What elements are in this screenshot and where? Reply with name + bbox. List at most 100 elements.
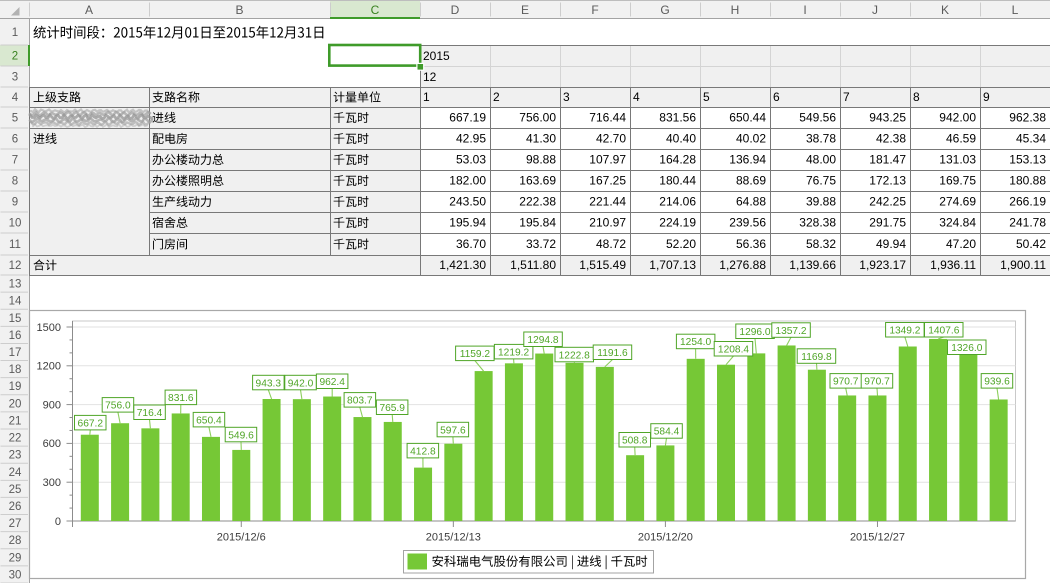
- svg-text:28: 28: [9, 535, 22, 547]
- svg-text:243.50: 243.50: [449, 195, 486, 209]
- svg-text:943.25: 943.25: [869, 111, 906, 125]
- svg-text:716.4: 716.4: [137, 408, 163, 419]
- svg-text:I: I: [803, 3, 806, 17]
- svg-text:1219.2: 1219.2: [498, 347, 529, 358]
- svg-text:107.97: 107.97: [589, 153, 626, 167]
- svg-text:40.40: 40.40: [666, 132, 696, 146]
- svg-text:1,923.17: 1,923.17: [859, 258, 906, 272]
- svg-text:8: 8: [12, 176, 18, 188]
- svg-text:2015/12/13: 2015/12/13: [426, 532, 481, 544]
- svg-text:195.94: 195.94: [449, 216, 486, 230]
- svg-text:20: 20: [9, 398, 22, 410]
- svg-text:4: 4: [633, 90, 640, 104]
- svg-text:13: 13: [9, 279, 22, 291]
- svg-text:56.36: 56.36: [736, 237, 766, 251]
- svg-text:47.20: 47.20: [946, 237, 976, 251]
- svg-text:549.56: 549.56: [799, 111, 836, 125]
- svg-text:274.69: 274.69: [939, 195, 976, 209]
- svg-text:3: 3: [563, 90, 570, 104]
- svg-text:12: 12: [9, 260, 22, 272]
- svg-text:756.0: 756.0: [105, 401, 131, 412]
- svg-text:900: 900: [43, 399, 61, 411]
- svg-text:667.2: 667.2: [78, 418, 104, 429]
- svg-text:3: 3: [12, 72, 18, 84]
- svg-text:A: A: [85, 3, 93, 17]
- svg-text:1,511.80: 1,511.80: [510, 258, 556, 272]
- svg-text:41.30: 41.30: [526, 132, 556, 146]
- svg-text:11: 11: [9, 239, 21, 251]
- svg-text:324.84: 324.84: [939, 216, 976, 230]
- svg-text:42.70: 42.70: [596, 132, 626, 146]
- svg-text:10: 10: [9, 218, 22, 230]
- svg-text:H: H: [731, 3, 740, 17]
- svg-text:600: 600: [43, 438, 61, 450]
- svg-text:40.02: 40.02: [736, 132, 766, 146]
- svg-text:1349.2: 1349.2: [889, 326, 920, 337]
- svg-text:9: 9: [983, 90, 990, 104]
- svg-text:266.19: 266.19: [1009, 195, 1046, 209]
- svg-text:22: 22: [9, 433, 22, 445]
- svg-text:970.7: 970.7: [864, 377, 890, 388]
- svg-text:167.25: 167.25: [589, 174, 626, 188]
- svg-text:8: 8: [913, 90, 920, 104]
- svg-text:21: 21: [9, 415, 22, 427]
- svg-text:164.28: 164.28: [659, 153, 696, 167]
- svg-text:291.75: 291.75: [869, 216, 906, 230]
- svg-text:1208.4: 1208.4: [718, 345, 749, 356]
- svg-text:650.44: 650.44: [729, 111, 766, 125]
- svg-text:667.19: 667.19: [449, 111, 486, 125]
- svg-text:D: D: [451, 3, 460, 17]
- svg-text:2015/12/20: 2015/12/20: [638, 532, 693, 544]
- svg-text:16: 16: [9, 330, 22, 342]
- svg-text:58.32: 58.32: [806, 237, 836, 251]
- svg-text:F: F: [591, 3, 598, 17]
- svg-text:939.6: 939.6: [984, 377, 1010, 388]
- svg-text:962.38: 962.38: [1009, 111, 1046, 125]
- svg-text:2: 2: [493, 90, 500, 104]
- svg-text:36.70: 36.70: [456, 237, 486, 251]
- svg-text:5: 5: [703, 90, 710, 104]
- svg-text:19: 19: [9, 381, 22, 393]
- svg-text:46.59: 46.59: [946, 132, 976, 146]
- svg-text:50.42: 50.42: [1016, 237, 1046, 251]
- svg-text:64.88: 64.88: [736, 195, 766, 209]
- svg-text:2: 2: [12, 51, 18, 63]
- svg-text:1,276.88: 1,276.88: [719, 258, 766, 272]
- svg-text:962.4: 962.4: [319, 377, 345, 388]
- svg-text:136.94: 136.94: [729, 153, 766, 167]
- svg-text:C: C: [371, 3, 380, 17]
- svg-text:181.47: 181.47: [869, 153, 906, 167]
- svg-text:76.75: 76.75: [806, 174, 836, 188]
- svg-text:1159.2: 1159.2: [460, 349, 491, 360]
- svg-text:26: 26: [9, 501, 22, 513]
- svg-text:25: 25: [9, 484, 22, 496]
- svg-text:1296.0: 1296.0: [739, 327, 770, 338]
- svg-text:4: 4: [12, 92, 19, 104]
- svg-text:48.00: 48.00: [806, 153, 836, 167]
- svg-text:328.38: 328.38: [799, 216, 836, 230]
- svg-text:1357.2: 1357.2: [775, 326, 806, 337]
- svg-text:53.03: 53.03: [456, 153, 486, 167]
- svg-text:1254.0: 1254.0: [680, 337, 711, 348]
- svg-text:942.0: 942.0: [288, 378, 314, 389]
- svg-text:1: 1: [12, 27, 18, 39]
- svg-text:224.19: 224.19: [659, 216, 696, 230]
- svg-text:1326.0: 1326.0: [951, 343, 982, 354]
- svg-text:B: B: [235, 3, 243, 17]
- svg-text:239.56: 239.56: [729, 216, 766, 230]
- svg-text:1222.8: 1222.8: [559, 350, 590, 361]
- svg-text:12: 12: [423, 70, 437, 84]
- svg-text:221.44: 221.44: [589, 195, 626, 209]
- svg-text:597.6: 597.6: [440, 425, 466, 436]
- svg-text:831.6: 831.6: [168, 393, 194, 404]
- svg-text:15: 15: [9, 313, 22, 325]
- svg-text:1,421.30: 1,421.30: [439, 258, 486, 272]
- svg-text:1: 1: [423, 90, 430, 104]
- svg-text:L: L: [1012, 3, 1019, 17]
- svg-text:182.00: 182.00: [449, 174, 486, 188]
- svg-text:549.6: 549.6: [228, 430, 254, 441]
- svg-text:1500: 1500: [37, 322, 61, 334]
- svg-text:24: 24: [9, 467, 22, 479]
- svg-text:98.88: 98.88: [526, 153, 556, 167]
- svg-text:180.44: 180.44: [659, 174, 696, 188]
